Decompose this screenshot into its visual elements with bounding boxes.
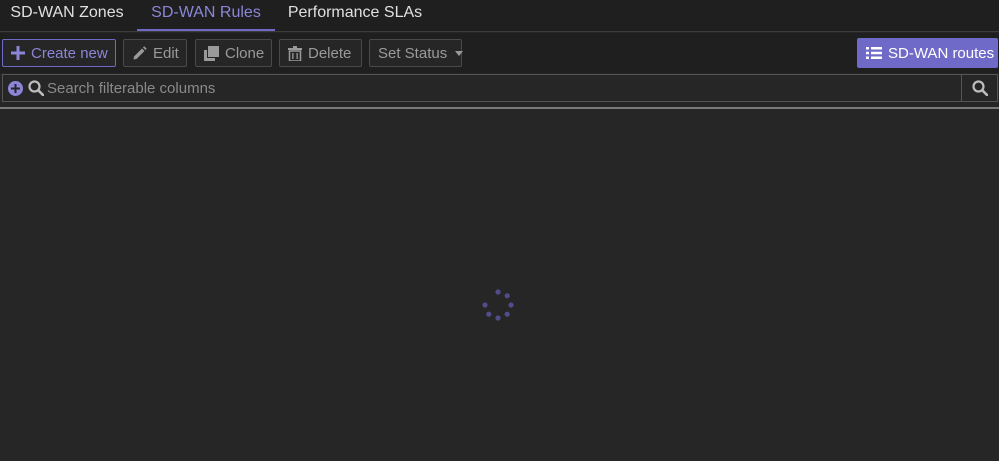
list-icon (866, 47, 882, 59)
tab-bar: SD-WAN Zones SD-WAN Rules Performance SL… (0, 0, 999, 32)
clone-label: Clone (225, 44, 265, 62)
search-icon (28, 80, 44, 96)
plus-icon (11, 46, 25, 60)
create-new-button[interactable]: Create new (2, 39, 116, 67)
clone-icon (204, 45, 219, 61)
delete-label: Delete (308, 44, 352, 62)
sdwan-routes-button[interactable]: SD-WAN routes (857, 38, 998, 68)
set-status-dropdown[interactable]: Set Status (369, 39, 464, 67)
set-status-label: Set Status (378, 44, 448, 62)
trash-icon (288, 45, 302, 61)
delete-button[interactable]: Delete (279, 39, 362, 67)
search-input[interactable] (47, 77, 957, 99)
clone-button[interactable]: Clone (195, 39, 272, 67)
search-bar (2, 74, 998, 102)
divider (0, 107, 999, 109)
chevron-down-icon (455, 50, 464, 56)
tab-sdwan-rules[interactable]: SD-WAN Rules (137, 0, 275, 31)
search-icon (971, 80, 988, 96)
edit-label: Edit (153, 44, 179, 62)
tab-performance-slas[interactable]: Performance SLAs (280, 0, 430, 31)
spinner-icon (482, 289, 514, 321)
edit-button[interactable]: Edit (123, 39, 187, 67)
create-new-label: Create new (31, 44, 108, 62)
tab-sdwan-zones[interactable]: SD-WAN Zones (0, 0, 134, 31)
search-button[interactable] (961, 75, 997, 101)
pencil-icon (133, 45, 147, 59)
sdwan-routes-label: SD-WAN routes (888, 44, 995, 62)
plus-circle-icon[interactable] (8, 81, 23, 96)
toolbar: Create new Edit Clone Delete Set Status (0, 33, 999, 73)
